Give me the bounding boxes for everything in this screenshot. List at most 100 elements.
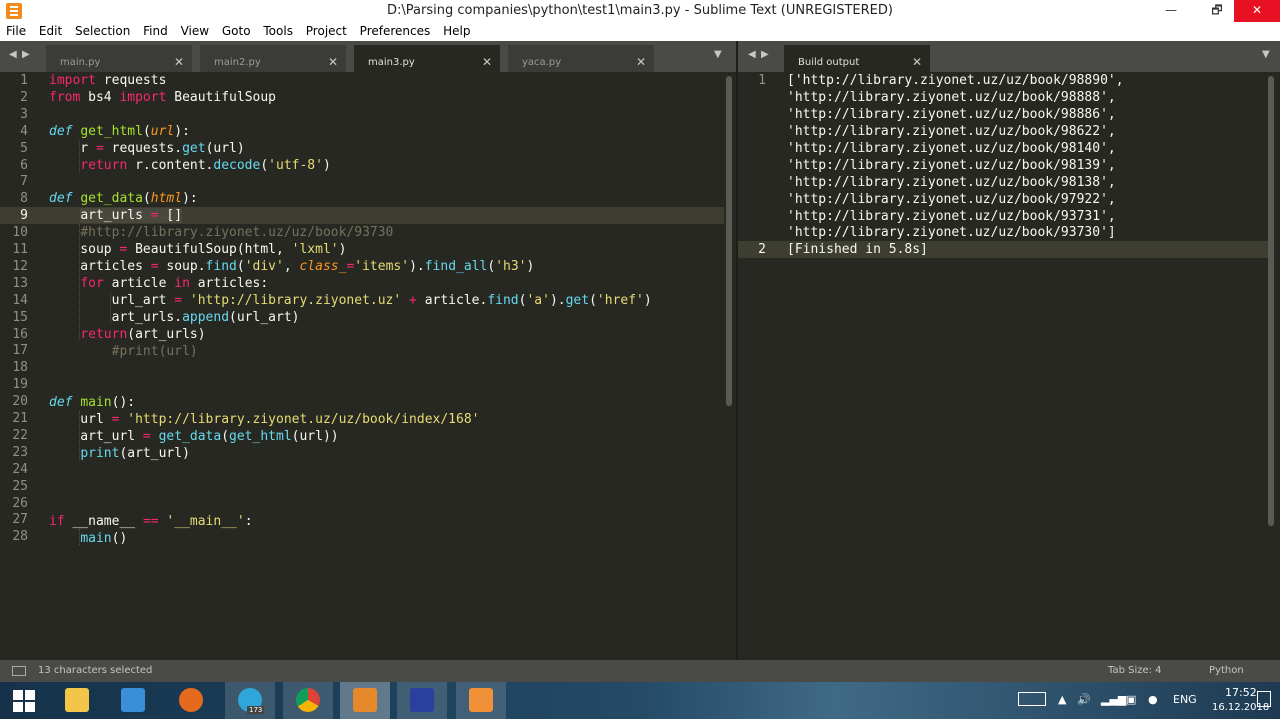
output-line: 'http://library.ziyonet.uz/uz/book/98622… — [787, 124, 1116, 139]
maximize-button[interactable]: 🗗 — [1200, 0, 1234, 22]
tab-size-status[interactable]: Tab Size: 4 — [1108, 665, 1162, 676]
menu-help[interactable]: Help — [443, 22, 470, 38]
telegram-badge: 173 — [247, 706, 265, 714]
code-line-23: print(art_url) — [80, 446, 190, 461]
tray-app-icon[interactable]: ● — [1148, 693, 1158, 706]
line-number: 13 — [12, 275, 28, 291]
output-nav-left-icon[interactable]: ◀ — [748, 49, 756, 60]
tab-main3[interactable]: main3.py ✕ — [354, 45, 500, 72]
tab-nav-left-icon[interactable]: ◀ — [9, 49, 17, 60]
settings-app-icon — [121, 688, 145, 712]
tab-label: main3.py — [368, 57, 415, 68]
line-number: 3 — [20, 106, 28, 122]
code-line-17: #print(url) — [111, 344, 198, 359]
menu-selection[interactable]: Selection — [75, 22, 130, 38]
taskbar-save-app[interactable] — [397, 682, 447, 719]
line-number: 7 — [20, 174, 28, 190]
network-icon[interactable]: ▂▄▆ — [1101, 693, 1126, 706]
minimize-button[interactable]: — — [1154, 0, 1188, 22]
output-line-number: 2 — [758, 242, 766, 257]
tab-close-icon[interactable]: ✕ — [328, 55, 338, 69]
output-dropdown-icon[interactable]: ▼ — [1262, 49, 1270, 60]
language-indicator[interactable]: ENG — [1173, 693, 1197, 706]
windows-icon — [13, 690, 35, 712]
code-line-9: art_urls = [] — [80, 208, 183, 223]
line-number: 11 — [12, 242, 28, 257]
volume-icon[interactable]: 🔊 — [1077, 693, 1091, 706]
title-bar: D:\Parsing companies\python\test1\main3.… — [0, 0, 1280, 22]
code-line-11: soup = BeautifulSoup(html, 'lxml') — [49, 242, 347, 257]
menu-file[interactable]: File — [6, 22, 26, 38]
taskbar: 173 ▲ 🔊 ▂▄▆ ▣ ● ENG 17:52 16.12.2018 — [0, 682, 1280, 719]
tab-main2[interactable]: main2.py ✕ — [200, 45, 346, 72]
syntax-status[interactable]: Python — [1209, 665, 1244, 676]
menu-find[interactable]: Find — [143, 22, 168, 38]
line-number: 25 — [12, 478, 28, 494]
menu-view[interactable]: View — [181, 22, 209, 38]
output-line: 'http://library.ziyonet.uz/uz/book/93731… — [787, 209, 1116, 224]
menu-edit[interactable]: Edit — [39, 22, 62, 38]
taskbar-explorer[interactable] — [52, 682, 102, 719]
editor-scrollbar[interactable] — [726, 76, 732, 406]
output-line: 'http://library.ziyonet.uz/uz/book/98138… — [787, 175, 1116, 190]
code-line-12: articles = soup.find('div', class_='item… — [49, 259, 535, 274]
tab-main[interactable]: main.py ✕ — [46, 45, 192, 72]
menu-goto[interactable]: Goto — [222, 22, 251, 38]
menu-tools[interactable]: Tools — [263, 22, 293, 38]
folder-icon — [65, 688, 89, 712]
chrome-icon — [296, 688, 320, 712]
start-button[interactable] — [0, 682, 50, 719]
code-line-21: url = 'http://library.ziyonet.uz/uz/book… — [49, 412, 480, 427]
code-line-14: url_art = 'http://library.ziyonet.uz' + … — [49, 293, 652, 308]
line-number: 2 — [20, 89, 28, 105]
tab-close-icon[interactable]: ✕ — [174, 55, 184, 69]
action-center-icon[interactable] — [1257, 691, 1271, 707]
build-output-panel[interactable]: 1 2 ['http://library.ziyonet.uz/uz/book/… — [738, 72, 1280, 660]
code-line-22: art_url = get_data(get_html(url)) — [49, 429, 339, 444]
taskbar-app[interactable] — [108, 682, 158, 719]
menu-preferences[interactable]: Preferences — [360, 22, 431, 38]
output-line: ['http://library.ziyonet.uz/uz/book/9889… — [787, 73, 1124, 88]
line-number: 5 — [20, 140, 28, 156]
output-line: 'http://library.ziyonet.uz/uz/book/97922… — [787, 192, 1116, 207]
output-line: 'http://library.ziyonet.uz/uz/book/93730… — [787, 225, 1116, 240]
line-number: 16 — [12, 326, 28, 342]
close-button[interactable]: ✕ — [1234, 0, 1280, 22]
taskbar-telegram[interactable]: 173 — [225, 682, 275, 719]
tab-label: yaca.py — [522, 57, 562, 68]
taskbar-sublime[interactable] — [340, 682, 390, 719]
tab-yaca[interactable]: yaca.py ✕ — [508, 45, 654, 72]
line-number: 28 — [12, 529, 28, 545]
tab-nav-right-icon[interactable]: ▶ — [22, 49, 30, 60]
output-nav-right-icon[interactable]: ▶ — [761, 49, 769, 60]
taskbar-chrome[interactable] — [283, 682, 333, 719]
tab-close-icon[interactable]: ✕ — [912, 55, 922, 69]
tab-label: main.py — [60, 57, 101, 68]
line-number: 22 — [12, 427, 28, 443]
code-line-20: def main(): — [49, 395, 136, 410]
line-number: 14 — [12, 292, 28, 308]
panel-toggle-icon[interactable] — [12, 666, 26, 676]
keyboard-icon[interactable] — [1018, 692, 1046, 706]
menu-project[interactable]: Project — [306, 22, 347, 38]
code-line-6: return r.content.decode('utf-8') — [80, 158, 331, 173]
line-number: 8 — [20, 191, 28, 207]
code-line-27: if __name__ == '__main__': — [49, 514, 253, 529]
output-scrollbar[interactable] — [1268, 76, 1274, 526]
show-hidden-icon[interactable]: ▲ — [1058, 693, 1066, 706]
clock-time[interactable]: 17:52 — [1225, 686, 1257, 699]
code-line-1: import requests — [49, 73, 167, 88]
selection-status: 13 characters selected — [38, 665, 153, 676]
tab-close-icon[interactable]: ✕ — [636, 55, 646, 69]
taskbar-firefox[interactable] — [166, 682, 216, 719]
tab-dropdown-icon[interactable]: ▼ — [714, 49, 722, 60]
tab-label: main2.py — [214, 57, 261, 68]
output-line: 'http://library.ziyonet.uz/uz/book/98140… — [787, 141, 1116, 156]
code-line-28: main() — [80, 531, 128, 546]
line-number: 27 — [12, 512, 28, 528]
tab-close-icon[interactable]: ✕ — [482, 55, 492, 69]
code-editor[interactable]: 1 2 3 4 5 6 7 8 9 10 11 12 13 14 15 16 17 18 19 20 21 22 23 24 2… — [0, 72, 736, 660]
notification-app-icon[interactable]: ▣ — [1126, 693, 1136, 706]
tab-build-output[interactable]: Build output ✕ — [784, 45, 930, 72]
taskbar-pdf-app[interactable] — [456, 682, 506, 719]
